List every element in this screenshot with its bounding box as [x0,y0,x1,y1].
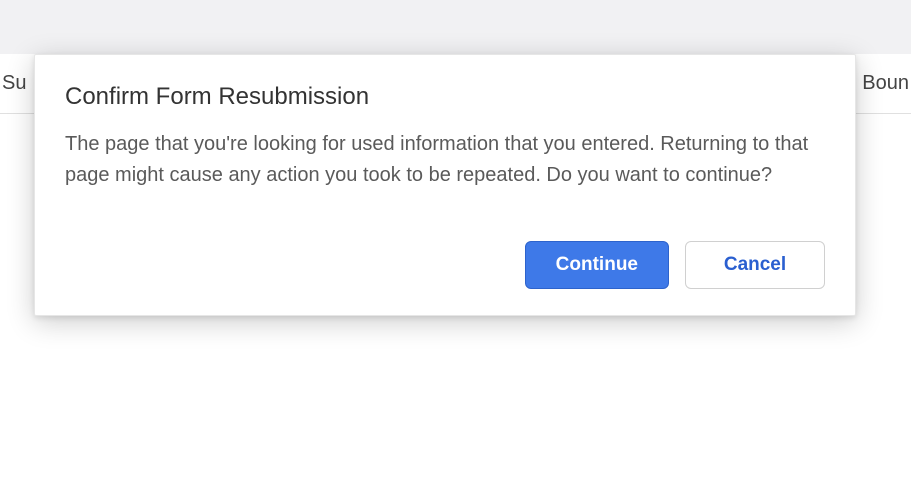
dialog-title: Confirm Form Resubmission [65,83,825,111]
browser-top-bar [0,0,911,54]
dialog-body-text: The page that you're looking for used in… [65,129,825,191]
background-text-right: Boun [862,72,909,95]
continue-button[interactable]: Continue [525,241,669,289]
dialog-actions: Continue Cancel [65,241,825,289]
background-text-left: Su [2,72,26,95]
cancel-button[interactable]: Cancel [685,241,825,289]
confirm-resubmission-dialog: Confirm Form Resubmission The page that … [34,54,856,316]
